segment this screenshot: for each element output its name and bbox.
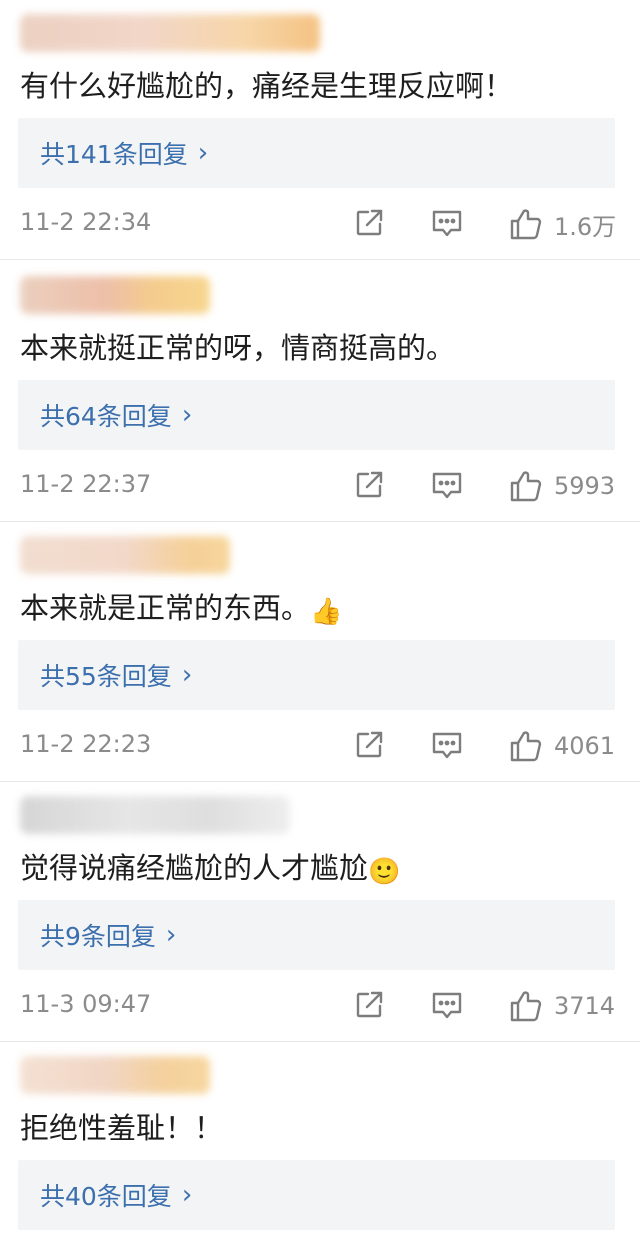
comment-meta: 11-2 22:23 4061	[20, 728, 620, 764]
like-count: 1.6万	[554, 212, 617, 241]
comment-text: 觉得说痛经尴尬的人才尴尬🙂	[20, 846, 400, 894]
chevron-right-icon: ›	[197, 138, 209, 168]
chevron-right-icon: ›	[181, 1180, 193, 1210]
comment-feed: 有什么好尴尬的，痛经是生理反应啊！ 共141条回复 › 11-2 22:34 1…	[0, 0, 640, 1244]
comment-button[interactable]	[430, 206, 464, 240]
comment-icon	[432, 732, 462, 759]
share-button[interactable]	[352, 988, 386, 1022]
view-replies-button[interactable]: 共55条回复 ›	[18, 640, 615, 710]
replies-count-label: 共55条回复	[40, 662, 172, 691]
thumbs-up-icon	[510, 731, 542, 762]
share-icon	[356, 471, 383, 498]
comment-meta: 11-2 22:34 1.6万	[20, 206, 620, 242]
like-button[interactable]: 3714	[508, 988, 615, 1024]
view-replies-button[interactable]: 共40条回复 ›	[18, 1160, 615, 1230]
thumbs-up-icon	[510, 209, 542, 240]
comment-item: 拒绝性羞耻！！ 共40条回复 ›	[0, 1042, 640, 1244]
comment-meta: 11-2 22:37 5993	[20, 468, 620, 504]
comment-text: 本来就挺正常的呀，情商挺高的。	[20, 331, 456, 365]
thumbs-up-icon	[510, 991, 542, 1022]
comment-button[interactable]	[430, 728, 464, 762]
share-button[interactable]	[352, 206, 386, 240]
replies-count-label: 共9条回复	[40, 922, 156, 951]
like-count: 3714	[554, 992, 616, 1020]
comment-item: 有什么好尴尬的，痛经是生理反应啊！ 共141条回复 › 11-2 22:34 1…	[0, 0, 640, 260]
thumbs-up-emoji-icon: 👍	[310, 597, 343, 627]
like-button[interactable]: 4061	[508, 728, 615, 764]
share-icon	[356, 731, 383, 758]
replies-count-label: 共64条回复	[40, 402, 172, 431]
like-button[interactable]: 1.6万	[508, 206, 616, 242]
blurred-username[interactable]	[20, 1056, 210, 1094]
comment-item: 本来就是正常的东西。👍 共55条回复 › 11-2 22:23 4061	[0, 522, 640, 782]
comment-icon	[432, 472, 462, 499]
chevron-right-icon: ›	[165, 920, 177, 950]
comment-icon	[432, 210, 462, 237]
share-button[interactable]	[352, 468, 386, 502]
comment-button[interactable]	[430, 468, 464, 502]
comment-icon	[432, 992, 462, 1019]
chevron-right-icon: ›	[181, 660, 193, 690]
like-button[interactable]: 5993	[508, 468, 615, 504]
comment-item: 觉得说痛经尴尬的人才尴尬🙂 共9条回复 › 11-3 09:47 3714	[0, 782, 640, 1042]
comment-text: 拒绝性羞耻！！	[20, 1111, 224, 1145]
thumbs-up-icon	[510, 471, 542, 502]
comment-item: 本来就挺正常的呀，情商挺高的。 共64条回复 › 11-2 22:37 5993	[0, 262, 640, 522]
view-replies-button[interactable]: 共64条回复 ›	[18, 380, 615, 450]
blurred-username[interactable]	[20, 276, 210, 314]
comment-meta: 11-3 09:47 3714	[20, 988, 620, 1024]
replies-count-label: 共40条回复	[40, 1182, 172, 1211]
comment-timestamp: 11-2 22:37	[20, 470, 152, 498]
share-icon	[356, 209, 383, 236]
replies-count-label: 共141条回复	[40, 140, 188, 169]
comment-timestamp: 11-3 09:47	[20, 990, 152, 1018]
smile-emoji-icon: 🙂	[368, 857, 401, 887]
view-replies-button[interactable]: 共141条回复 ›	[18, 118, 615, 188]
view-replies-button[interactable]: 共9条回复 ›	[18, 900, 615, 970]
chevron-right-icon: ›	[181, 400, 193, 430]
comment-timestamp: 11-2 22:34	[20, 208, 152, 236]
blurred-username[interactable]	[20, 796, 290, 834]
comment-timestamp: 11-2 22:23	[20, 730, 152, 758]
like-count: 4061	[554, 732, 616, 760]
comment-button[interactable]	[430, 988, 464, 1022]
blurred-username[interactable]	[20, 536, 230, 574]
like-count: 5993	[554, 472, 616, 500]
blurred-username[interactable]	[20, 14, 320, 52]
comment-text: 本来就是正常的东西。👍	[20, 586, 342, 634]
comment-text: 有什么好尴尬的，痛经是生理反应啊！	[20, 69, 514, 103]
share-button[interactable]	[352, 728, 386, 762]
share-icon	[356, 991, 383, 1018]
